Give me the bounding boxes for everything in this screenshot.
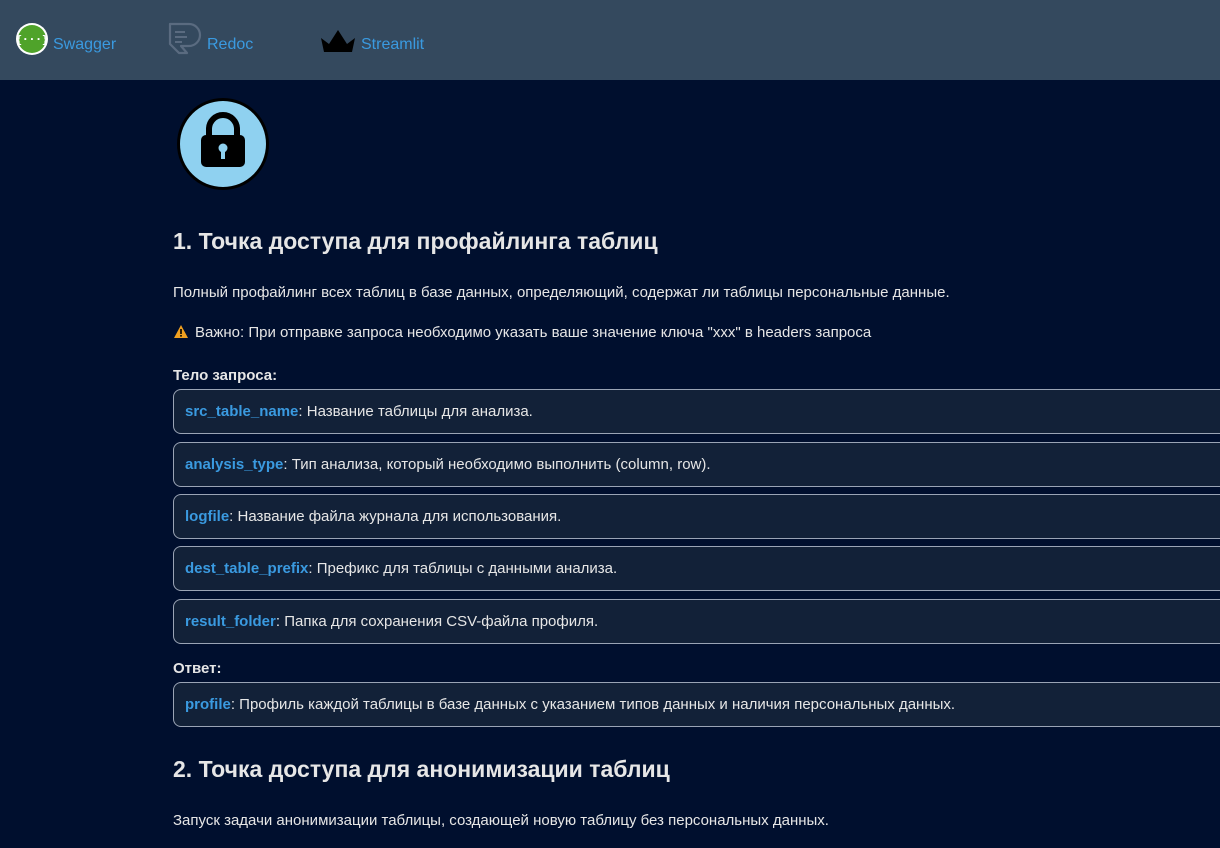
response-label: Ответ:	[173, 660, 222, 677]
streamlit-crown-icon	[321, 30, 355, 52]
response-field-profile: profile: Профиль каждой таблицы в базе д…	[173, 682, 1220, 727]
field-name: profile	[185, 696, 231, 713]
nav-redoc-label: Redoc	[207, 36, 254, 53]
nav-streamlit-label: Streamlit	[361, 36, 425, 53]
top-nav-bar: {···} Swagger Redoc Streamlit	[0, 0, 1220, 80]
field-name: dest_table_prefix	[185, 560, 309, 577]
section1-title: 1. Точка доступа для профайлинга таблиц	[173, 228, 658, 254]
warning-icon	[174, 325, 188, 338]
nav-swagger-link[interactable]: {···} Swagger	[15, 16, 116, 56]
request-field-result-folder: result_folder: Папка для сохранения CSV-…	[173, 599, 1220, 644]
field-name: src_table_name	[185, 403, 299, 420]
request-field-analysis-type: analysis_type: Тип анализа, который необ…	[173, 442, 1220, 487]
field-description: : Профиль каждой таблицы в базе данных с…	[230, 696, 956, 713]
request-body-label: Тело запроса:	[173, 367, 278, 384]
request-field-dest-table-prefix: dest_table_prefix: Префикс для таблицы с…	[173, 546, 1220, 591]
nav-swagger-label: Swagger	[53, 36, 117, 53]
lock-icon	[177, 98, 269, 190]
svg-text:{···}: {···}	[15, 33, 48, 46]
field-name: result_folder	[185, 613, 276, 630]
section1-warning: Важно: При отправке запроса необходимо у…	[173, 324, 871, 341]
nav-redoc-link[interactable]: Redoc	[167, 16, 253, 56]
field-description: : Префикс для таблицы с данными анализа.	[308, 560, 618, 577]
field-name: logfile	[185, 508, 230, 525]
section2-description: Запуск задачи анонимизации таблицы, созд…	[173, 812, 829, 829]
swagger-logo-icon: {···}	[15, 23, 49, 55]
redoc-logo-icon	[168, 22, 202, 55]
field-name: analysis_type	[185, 456, 284, 473]
field-description: : Название файла журнала для использован…	[229, 508, 562, 525]
field-description: : Название таблицы для анализа.	[298, 403, 533, 420]
field-description: : Папка для сохранения CSV-файла профиля…	[275, 613, 599, 630]
warning-text: Важно: При отправке запроса необходимо у…	[195, 324, 872, 341]
request-field-logfile: logfile: Название файла журнала для испо…	[173, 494, 1220, 539]
nav-streamlit-link[interactable]: Streamlit	[319, 16, 424, 56]
section1-description: Полный профайлинг всех таблиц в базе дан…	[173, 284, 950, 301]
request-field-src-table-name: src_table_name: Название таблицы для ана…	[173, 389, 1220, 434]
field-description: : Тип анализа, который необходимо выполн…	[283, 456, 711, 473]
section2-title: 2. Точка доступа для анонимизации таблиц	[173, 756, 670, 782]
